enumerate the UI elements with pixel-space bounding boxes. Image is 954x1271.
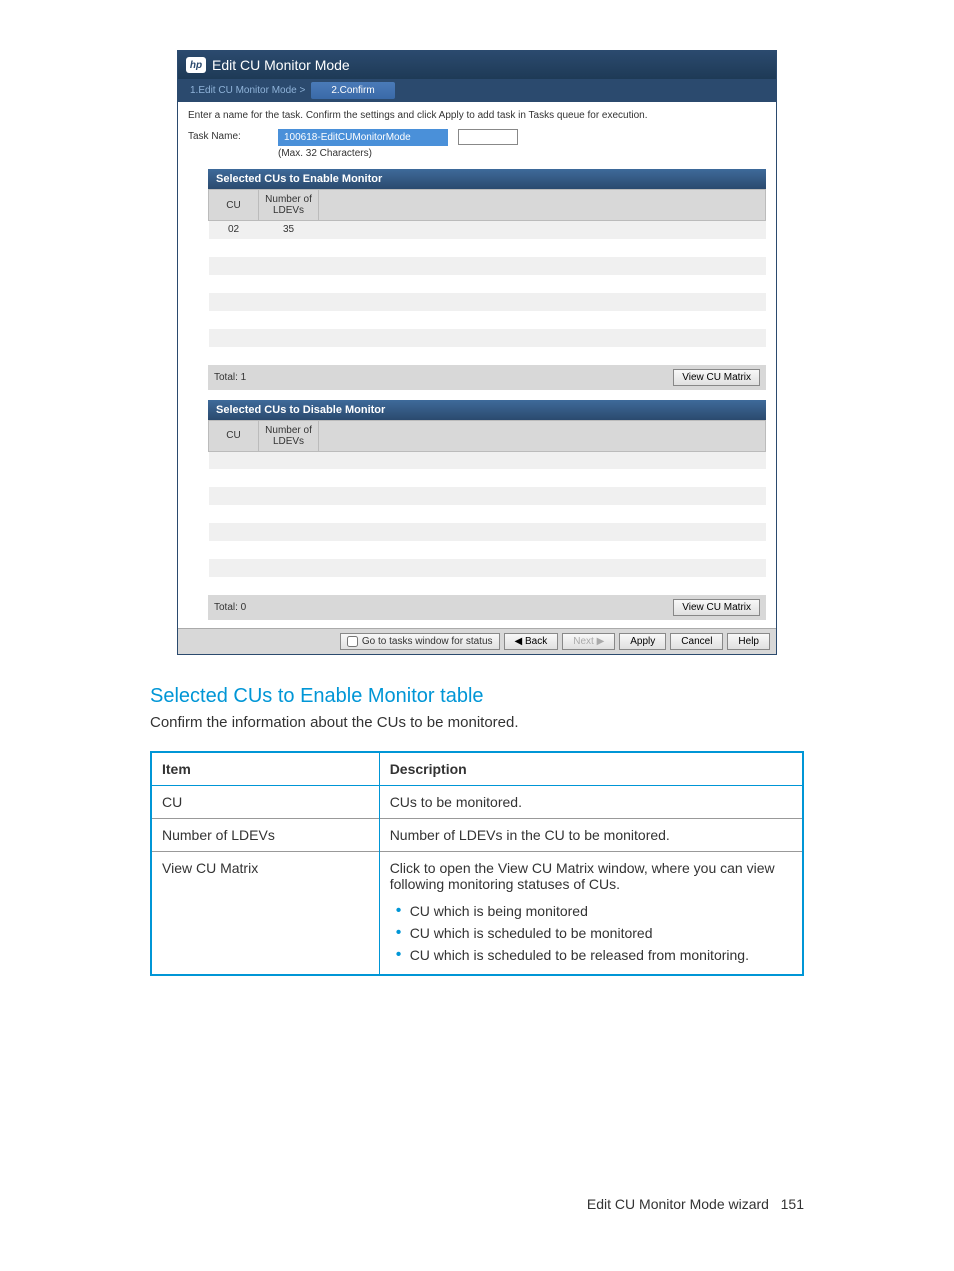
cancel-button[interactable]: Cancel [670, 633, 723, 650]
tasks-window-checkbox-label[interactable]: Go to tasks window for status [340, 633, 500, 650]
table-row: Number of LDEVs Number of LDEVs in the C… [151, 819, 803, 852]
doc-th-desc: Description [379, 752, 803, 786]
task-name-input[interactable] [278, 129, 448, 146]
list-item: CU which is scheduled to be released fro… [396, 944, 792, 966]
disable-total: Total: 0 [214, 602, 246, 613]
doc-text: Confirm the information about the CUs to… [150, 714, 804, 731]
wizard-steps: 1.Edit CU Monitor Mode > 2.Confirm [178, 79, 776, 102]
doc-row-2-item: View CU Matrix [151, 852, 379, 976]
task-name-label: Task Name: [188, 129, 268, 142]
task-name-row: Task Name: (Max. 32 Characters) [188, 129, 766, 159]
doc-row-2-desc: Click to open the View CU Matrix window,… [379, 852, 803, 976]
enable-row-0-num: 35 [259, 221, 319, 239]
enable-row-0-cu: 02 [209, 221, 259, 239]
doc-row-1-desc: Number of LDEVs in the CU to be monitore… [379, 819, 803, 852]
disable-col-cu: CU [209, 420, 259, 451]
table-row[interactable]: 02 35 [209, 221, 766, 239]
enable-col-num: Number of LDEVs [259, 190, 319, 221]
edit-cu-dialog: hp Edit CU Monitor Mode 1.Edit CU Monito… [177, 50, 777, 655]
tasks-window-checkbox[interactable] [347, 636, 358, 647]
list-item: CU which is scheduled to be monitored [396, 922, 792, 944]
page-number: 151 [781, 1196, 804, 1212]
doc-row-0-item: CU [151, 786, 379, 819]
dialog-body: Enter a name for the task. Confirm the s… [178, 102, 776, 628]
dialog-titlebar: hp Edit CU Monitor Mode [178, 51, 776, 79]
doc-th-item: Item [151, 752, 379, 786]
view-cu-matrix-disable-button[interactable]: View CU Matrix [673, 599, 760, 616]
apply-button[interactable]: Apply [619, 633, 666, 650]
disable-col-num: Number of LDEVs [259, 420, 319, 451]
doc-row-1-item: Number of LDEVs [151, 819, 379, 852]
doc-row-0-desc: CUs to be monitored. [379, 786, 803, 819]
hp-logo-icon: hp [186, 57, 206, 73]
doc-bullet-list: CU which is being monitored CU which is … [390, 892, 792, 966]
task-name-extra-box [458, 129, 518, 145]
disable-table: CU Number of LDEVs [208, 420, 766, 596]
table-row: CU CUs to be monitored. [151, 786, 803, 819]
dialog-title-text: Edit CU Monitor Mode [212, 57, 350, 73]
doc-heading: Selected CUs to Enable Monitor table [150, 685, 804, 708]
tasks-window-checkbox-text: Go to tasks window for status [362, 636, 493, 647]
footer-text: Edit CU Monitor Mode wizard [587, 1196, 769, 1212]
disable-section-header: Selected CUs to Disable Monitor [208, 400, 766, 420]
page-footer: Edit CU Monitor Mode wizard 151 [150, 1196, 804, 1212]
enable-table: CU Number of LDEVs 02 35 [208, 189, 766, 365]
enable-footer: Total: 1 View CU Matrix [208, 365, 766, 390]
instruction-text: Enter a name for the task. Confirm the s… [188, 110, 766, 121]
wizard-step-current: 2.Confirm [311, 82, 394, 99]
back-button[interactable]: ◀ Back [504, 633, 559, 650]
list-item: CU which is being monitored [396, 900, 792, 922]
enable-col-cu: CU [209, 190, 259, 221]
task-name-hint: (Max. 32 Characters) [278, 148, 448, 159]
dialog-footer: Go to tasks window for status ◀ Back Nex… [178, 628, 776, 654]
enable-section-header: Selected CUs to Enable Monitor [208, 169, 766, 189]
disable-footer: Total: 0 View CU Matrix [208, 595, 766, 620]
doc-table: Item Description CU CUs to be monitored.… [150, 751, 804, 976]
table-row: View CU Matrix Click to open the View CU… [151, 852, 803, 976]
enable-total: Total: 1 [214, 372, 246, 383]
view-cu-matrix-enable-button[interactable]: View CU Matrix [673, 369, 760, 386]
wizard-step-prev[interactable]: 1.Edit CU Monitor Mode > [184, 83, 311, 98]
help-button[interactable]: Help [727, 633, 770, 650]
next-button: Next ▶ [562, 633, 615, 650]
